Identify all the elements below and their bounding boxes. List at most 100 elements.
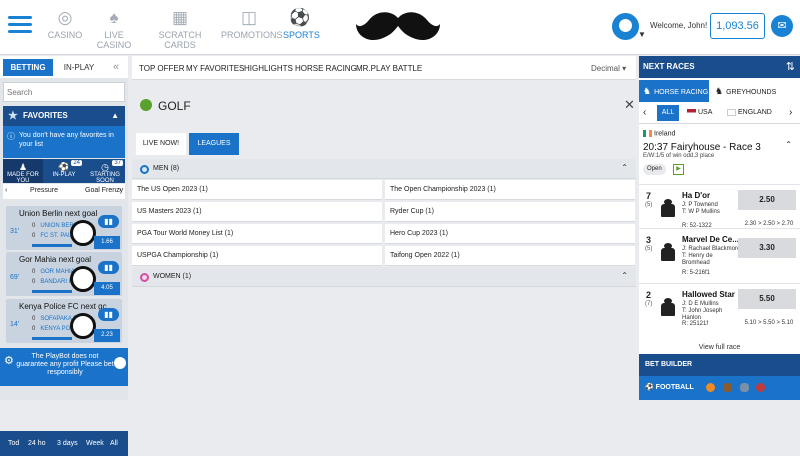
playbot-card[interactable]: Gor Mahia next goal 69' 0 GOR MAHIA F 0 BA… xyxy=(6,252,122,296)
cricket-icon[interactable] xyxy=(756,382,766,392)
playbot-filter: ‹ Pressure Goal Frenzy › xyxy=(3,184,125,199)
nav-casino-label: CASINO xyxy=(47,30,83,40)
time-filter-week[interactable]: Week xyxy=(86,440,104,447)
chevron-up-icon: ▲ xyxy=(111,111,119,120)
sort-icon[interactable]: ⇅ xyxy=(786,56,795,78)
league-item[interactable]: Hero Cup 2023 (1) xyxy=(385,224,635,244)
time-filter-3days[interactable]: 3 days xyxy=(57,440,78,447)
playbot-toggle[interactable] xyxy=(114,357,126,369)
chat-icon[interactable]: ✉ xyxy=(771,15,793,37)
trainer: T: W P Mullins xyxy=(682,209,720,215)
time-filter-24h[interactable]: 24 ho xyxy=(28,440,46,447)
tab-in-play-list[interactable]: 24 ⚽ IN-PLAY xyxy=(44,159,84,183)
section-men[interactable]: MEN (8) ⌃ xyxy=(132,159,636,179)
odds-format-value: Decimal xyxy=(591,64,620,73)
tab-horse-racing[interactable]: HORSE RACING xyxy=(295,64,357,73)
country-usa[interactable]: USA xyxy=(687,105,712,121)
rugby-icon[interactable] xyxy=(739,382,749,392)
league-item[interactable]: USPGA Championship (1) xyxy=(132,246,382,266)
league-item[interactable]: The US Open 2023 (1) xyxy=(132,180,382,200)
tab-in-play[interactable]: IN-PLAY xyxy=(58,59,100,76)
tab-betting[interactable]: BETTING xyxy=(3,59,53,76)
close-icon[interactable]: ✕ xyxy=(624,97,635,113)
tab-starting-soon[interactable]: 37 ◷ STARTING SOON xyxy=(85,159,125,184)
stats-icon[interactable]: ▮▮ xyxy=(98,308,119,321)
nav-promotions-label: PROMOTIONS xyxy=(221,30,283,40)
nav-promotions[interactable]: ◫ PROMOTIONS xyxy=(221,8,283,40)
tab-label: MADE FOR YOU xyxy=(7,172,39,184)
left-tabs: BETTING IN-PLAY « xyxy=(0,56,128,78)
time-filter-all[interactable]: All xyxy=(110,440,118,447)
odd-button[interactable]: 1.66 xyxy=(94,236,120,249)
odd-button[interactable]: 3.30 xyxy=(738,238,796,258)
usa-flag-icon xyxy=(687,108,696,116)
time-filter-today[interactable]: Tod xyxy=(8,440,19,447)
men-icon xyxy=(140,165,149,174)
chevron-right-icon[interactable]: › xyxy=(789,105,792,121)
runner-connections: J: D E Mullins T: John Joseph Hanlon xyxy=(682,301,742,322)
league-item[interactable]: Taifong Open 2022 (1) xyxy=(385,246,635,266)
odd-button[interactable]: 4.05 xyxy=(94,282,120,295)
stats-icon[interactable]: ▮▮ xyxy=(98,261,119,274)
league-item[interactable]: The Open Championship 2023 (1) xyxy=(385,180,635,200)
england-flag-icon xyxy=(727,108,736,116)
section-women[interactable]: WOMEN (1) ⌃ xyxy=(132,267,636,287)
stats-icon[interactable]: ▮▮ xyxy=(98,215,119,228)
league-item[interactable]: Ryder Cup (1) xyxy=(385,202,635,222)
tab-highlights[interactable]: HIGHLIGHTS xyxy=(244,64,293,73)
casino-chip-icon: ◎ xyxy=(57,8,73,27)
league-item[interactable]: PGA Tour World Money List (1) xyxy=(132,224,382,244)
balance-button[interactable]: 1,093.56 xyxy=(710,13,765,39)
play-icon[interactable]: ▶ xyxy=(673,164,684,175)
info-icon: ⓘ xyxy=(7,132,15,141)
football-tab[interactable]: ⚽ FOOTBALL xyxy=(645,384,694,391)
tab-made-for-you[interactable]: ♟ MADE FOR YOU xyxy=(3,159,43,184)
collapse-icon[interactable]: « xyxy=(108,59,124,76)
nav-casino[interactable]: ◎ CASINO xyxy=(47,8,83,40)
tab-live-now[interactable]: LIVE NOW! xyxy=(136,133,186,155)
tab-top-offer[interactable]: TOP OFFER xyxy=(139,64,185,73)
nav-live-casino[interactable]: ♠ LIVE CASINO xyxy=(88,8,140,50)
count-badge: 24 xyxy=(71,160,82,166)
filter-goal-frenzy[interactable]: Goal Frenzy xyxy=(85,187,123,194)
chevron-down-icon[interactable]: ▼ xyxy=(638,30,646,39)
runner-draw: (5) xyxy=(645,202,653,208)
search-input[interactable] xyxy=(3,82,125,102)
user-avatar[interactable] xyxy=(612,13,639,40)
chevron-right-icon[interactable]: › xyxy=(119,187,121,194)
tab-leagues[interactable]: LEAGUES xyxy=(189,133,239,155)
runner-name: Hallowed Star xyxy=(682,290,735,299)
tab-horse-racing[interactable]: ♞ HORSE RACING xyxy=(639,80,709,102)
race-title[interactable]: 20:37 Fairyhouse - Race 3 xyxy=(643,142,761,153)
playbot-card[interactable]: Union Berlin next goal 31' 0 UNION BERLIN… xyxy=(6,206,122,250)
nav-scratch-cards[interactable]: ▦ SCRATCH CARDS xyxy=(145,8,215,50)
country-england[interactable]: ENGLAND xyxy=(727,105,772,121)
gear-icon[interactable]: ⚙ xyxy=(4,356,14,367)
bet-builder-sports: ⚽ FOOTBALL xyxy=(639,376,800,400)
chevron-up-icon[interactable]: ⌃ xyxy=(785,140,792,149)
odds-format-select[interactable]: Decimal ▾ xyxy=(591,64,626,73)
progress-bar xyxy=(32,244,72,247)
favorites-header[interactable]: ★ FAVORITES ▲ xyxy=(3,106,125,126)
playbot-card[interactable]: Kenya Police FC next gc 14' 0 SOFAPAKA FC… xyxy=(6,299,122,343)
tab-my-favorites[interactable]: MY FAVORITES xyxy=(186,64,244,73)
tab-label: HORSE RACING xyxy=(654,89,709,96)
basketball-icon[interactable] xyxy=(705,382,715,392)
odd-button[interactable]: 5.50 xyxy=(738,289,796,309)
odd-button[interactable]: 2.50 xyxy=(738,190,796,210)
away-score: 0 xyxy=(32,326,36,332)
tab-mr-play-battle[interactable]: MR.PLAY BATTLE xyxy=(356,64,422,73)
odd-button[interactable]: 2.23 xyxy=(94,329,120,342)
filter-pressure[interactable]: Pressure xyxy=(30,187,58,194)
tab-greyhounds[interactable]: ♞ GREYHOUNDS xyxy=(711,80,800,102)
chevron-left-icon[interactable]: ‹ xyxy=(643,105,646,121)
chevron-left-icon[interactable]: ‹ xyxy=(5,187,7,194)
menu-icon[interactable] xyxy=(8,12,32,38)
nav-sports[interactable]: ⚽ SPORTS xyxy=(283,8,320,40)
top-bar: ◎ CASINO ♠ LIVE CASINO ▦ SCRATCH CARDS ◫… xyxy=(0,0,800,55)
view-full-race-link[interactable]: View full race xyxy=(639,344,800,351)
american-football-icon[interactable] xyxy=(722,382,732,392)
country-all[interactable]: ALL xyxy=(657,105,679,121)
league-item[interactable]: US Masters 2023 (1) xyxy=(132,202,382,222)
odds-history: 5.10 > 5.50 > 5.10 xyxy=(744,320,794,326)
